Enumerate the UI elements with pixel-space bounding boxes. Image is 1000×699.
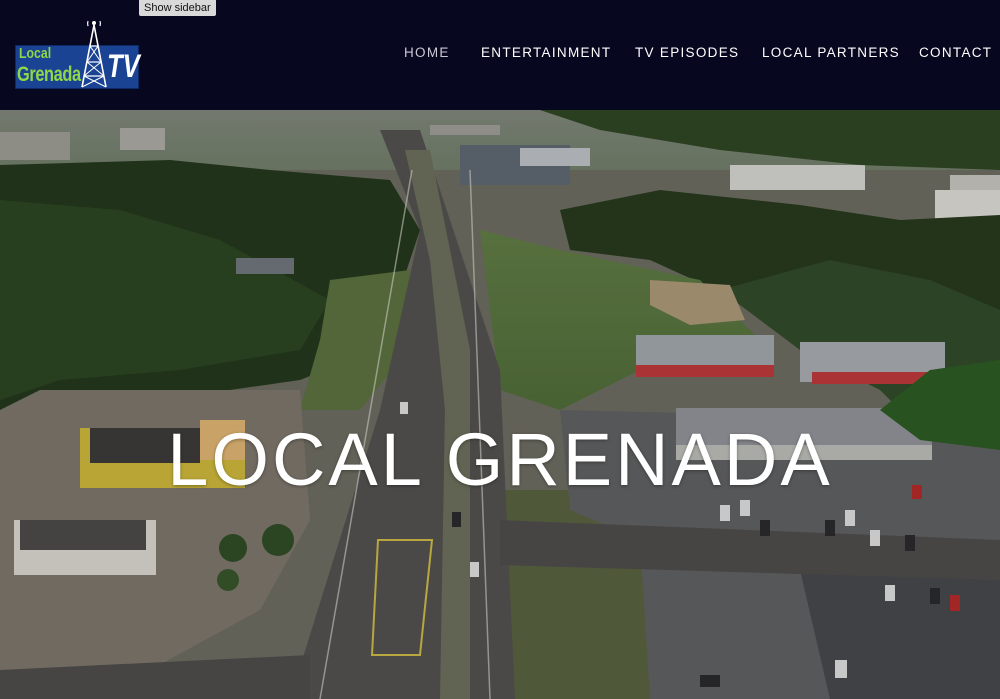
site-header: Show sidebar Local Grenada TV HOME ENTER… (0, 0, 1000, 110)
aerial-town-photo (0, 110, 1000, 699)
nav-entertainment[interactable]: ENTERTAINMENT (481, 45, 611, 60)
show-sidebar-button[interactable]: Show sidebar (139, 0, 216, 16)
nav-tv-episodes[interactable]: TV EPISODES (635, 45, 739, 60)
nav-local-partners[interactable]: LOCAL PARTNERS (762, 45, 900, 60)
hero-banner: LOCAL GRENADA (0, 110, 1000, 699)
main-navigation: HOME ENTERTAINMENT TV EPISODES LOCAL PAR… (0, 45, 1000, 63)
nav-home[interactable]: HOME (404, 45, 450, 60)
nav-contact[interactable]: CONTACT (919, 45, 992, 60)
logo-text-grenada: Grenada (17, 63, 81, 86)
hero-title: LOCAL GRENADA (167, 418, 833, 501)
